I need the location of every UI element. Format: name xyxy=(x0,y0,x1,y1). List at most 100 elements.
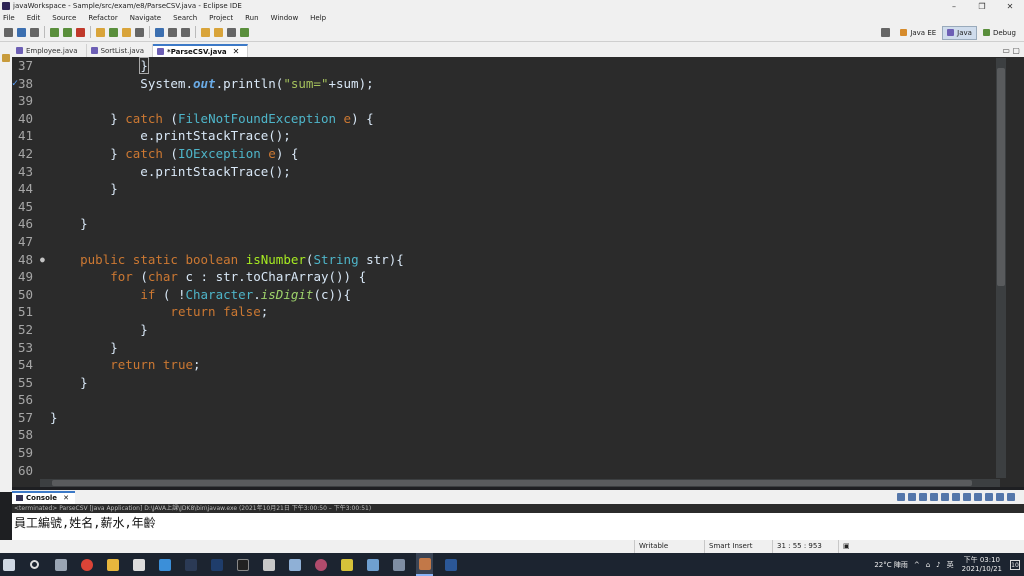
code-text[interactable]: for (char c : str.toCharArray()) { xyxy=(50,269,366,284)
menu-source[interactable]: Source xyxy=(52,14,76,22)
code-text[interactable]: } xyxy=(50,322,148,337)
tray-chevron-up-icon[interactable]: ^ xyxy=(914,561,920,569)
tab-sortlist-java[interactable]: SortList.java xyxy=(87,44,154,57)
code-line[interactable]: 37 } xyxy=(18,57,990,75)
weather-widget[interactable]: 22°C 陣雨 xyxy=(874,560,908,570)
code-text[interactable]: System.out.println("sum="+sum); xyxy=(50,76,373,91)
overview-ruler[interactable] xyxy=(1012,58,1022,478)
close-tab-icon[interactable]: ✕ xyxy=(233,47,240,56)
code-line[interactable]: 43 e.printStackTrace(); xyxy=(18,163,990,181)
taskbar-word[interactable] xyxy=(442,553,459,576)
code-line[interactable]: 52 } xyxy=(18,321,990,339)
menu-edit[interactable]: Edit xyxy=(27,14,41,22)
taskbar-photoshop[interactable] xyxy=(208,553,225,576)
taskbar-store[interactable] xyxy=(130,553,147,576)
open-type-icon[interactable] xyxy=(122,27,131,37)
code-line[interactable]: 51 return false; xyxy=(18,303,990,321)
code-line[interactable]: 46 } xyxy=(18,215,990,233)
vertical-scrollbar[interactable] xyxy=(996,58,1006,478)
terminate-icon[interactable] xyxy=(897,493,905,501)
open-console-icon[interactable] xyxy=(985,493,993,501)
code-line[interactable]: 53 } xyxy=(18,339,990,357)
code-editor[interactable]: 37 } 38 ✓ System.out.println("sum="+sum); 3… xyxy=(12,57,1024,487)
remove-all-icon[interactable] xyxy=(919,493,927,501)
close-button[interactable]: ✕ xyxy=(996,2,1024,11)
vertical-scroll-thumb[interactable] xyxy=(997,68,1005,286)
volume-icon[interactable]: ♪ xyxy=(936,561,940,569)
terminal-icon[interactable] xyxy=(240,27,249,37)
code-line[interactable]: 44 } xyxy=(18,180,990,198)
taskbar-mail[interactable] xyxy=(156,553,173,576)
code-text[interactable]: public static boolean isNumber(String st… xyxy=(50,252,404,267)
remove-launch-icon[interactable] xyxy=(908,493,916,501)
code-text[interactable]: if ( !Character.isDigit(c)){ xyxy=(50,287,351,302)
code-text[interactable]: } catch (FileNotFoundException e) { xyxy=(50,111,373,126)
code-line[interactable]: 60 xyxy=(18,462,990,480)
code-text[interactable]: } xyxy=(50,340,118,355)
code-area[interactable]: 37 } 38 ✓ System.out.println("sum="+sum); 3… xyxy=(12,57,990,480)
back-icon[interactable] xyxy=(201,27,210,37)
editor-minmax-controls[interactable]: ▭ ▢ xyxy=(1002,46,1020,55)
taskbar-eclipse[interactable] xyxy=(416,553,433,576)
menu-help[interactable]: Help xyxy=(310,14,326,22)
code-text[interactable]: } xyxy=(50,181,118,196)
tab-parsecsv-java[interactable]: *ParseCSV.java ✕ xyxy=(153,44,249,57)
new-package-icon[interactable] xyxy=(96,27,105,37)
search-icon[interactable] xyxy=(135,27,144,37)
taskbar-search[interactable] xyxy=(26,553,43,576)
annotation-next-icon[interactable] xyxy=(168,27,177,37)
taskbar-explorer[interactable] xyxy=(104,553,121,576)
taskbar-3d[interactable] xyxy=(286,553,303,576)
horizontal-scroll-thumb[interactable] xyxy=(52,480,972,486)
run-icon[interactable] xyxy=(63,27,72,37)
code-line[interactable]: 42 } catch (IOException e) { xyxy=(18,145,990,163)
status-heap-icon[interactable]: ▣ xyxy=(838,540,898,553)
maximize-button[interactable]: ❐ xyxy=(968,2,996,11)
minimize-button[interactable]: – xyxy=(940,2,968,11)
menu-refactor[interactable]: Refactor xyxy=(88,14,117,22)
console-output[interactable]: 員工編號,姓名,薪水,年齡 xyxy=(12,513,1024,540)
override-marker-icon[interactable]: ✓ xyxy=(12,75,18,93)
code-text[interactable]: } xyxy=(50,375,88,390)
notification-center-icon[interactable]: 10 xyxy=(1010,559,1020,570)
taskbar-terminal[interactable] xyxy=(234,553,251,576)
perspective-debug[interactable]: Debug xyxy=(979,27,1020,39)
save-icon[interactable] xyxy=(17,27,26,37)
menu-search[interactable]: Search xyxy=(173,14,197,22)
close-console-icon[interactable]: ✕ xyxy=(63,494,69,502)
taskbar-notepad[interactable] xyxy=(260,553,277,576)
code-text[interactable]: } xyxy=(50,216,88,231)
scroll-lock-icon[interactable] xyxy=(941,493,949,501)
menu-file[interactable]: File xyxy=(3,14,15,22)
code-text[interactable]: } catch (IOException e) { xyxy=(50,146,298,161)
code-line[interactable]: 39 xyxy=(18,92,990,110)
coverage-icon[interactable] xyxy=(76,27,85,37)
tab-employee-java[interactable]: Employee.java xyxy=(12,44,87,57)
status-insert-mode[interactable]: Smart Insert xyxy=(704,540,772,553)
menu-run[interactable]: Run xyxy=(245,14,258,22)
code-line[interactable]: 49 for (char c : str.toCharArray()) { xyxy=(18,268,990,286)
code-text[interactable]: } xyxy=(50,57,149,74)
code-text[interactable]: e.printStackTrace(); xyxy=(50,164,291,179)
horizontal-scrollbar[interactable] xyxy=(40,479,1000,487)
toggle-mark-icon[interactable] xyxy=(155,27,164,37)
taskbar-app[interactable] xyxy=(312,553,329,576)
code-text[interactable]: return true; xyxy=(50,357,200,372)
network-icon[interactable]: ⌂ xyxy=(926,561,930,569)
code-line[interactable]: 54 return true; xyxy=(18,356,990,374)
taskbar-app2[interactable] xyxy=(364,553,381,576)
code-text[interactable]: return false; xyxy=(50,304,268,319)
code-line[interactable]: 47 xyxy=(18,233,990,251)
new-class-icon[interactable] xyxy=(109,27,118,37)
tab-console[interactable]: Console ✕ xyxy=(12,490,75,504)
code-line[interactable]: 55 } xyxy=(18,374,990,392)
code-line[interactable]: 41 e.printStackTrace(); xyxy=(18,127,990,145)
debug-icon[interactable] xyxy=(50,27,59,37)
menu-window[interactable]: Window xyxy=(271,14,299,22)
taskbar-app3[interactable] xyxy=(390,553,407,576)
taskbar-lightroom[interactable] xyxy=(182,553,199,576)
start-button[interactable] xyxy=(0,553,17,576)
clear-console-icon[interactable] xyxy=(930,493,938,501)
task-view[interactable] xyxy=(52,553,69,576)
pin-console-icon[interactable] xyxy=(963,493,971,501)
